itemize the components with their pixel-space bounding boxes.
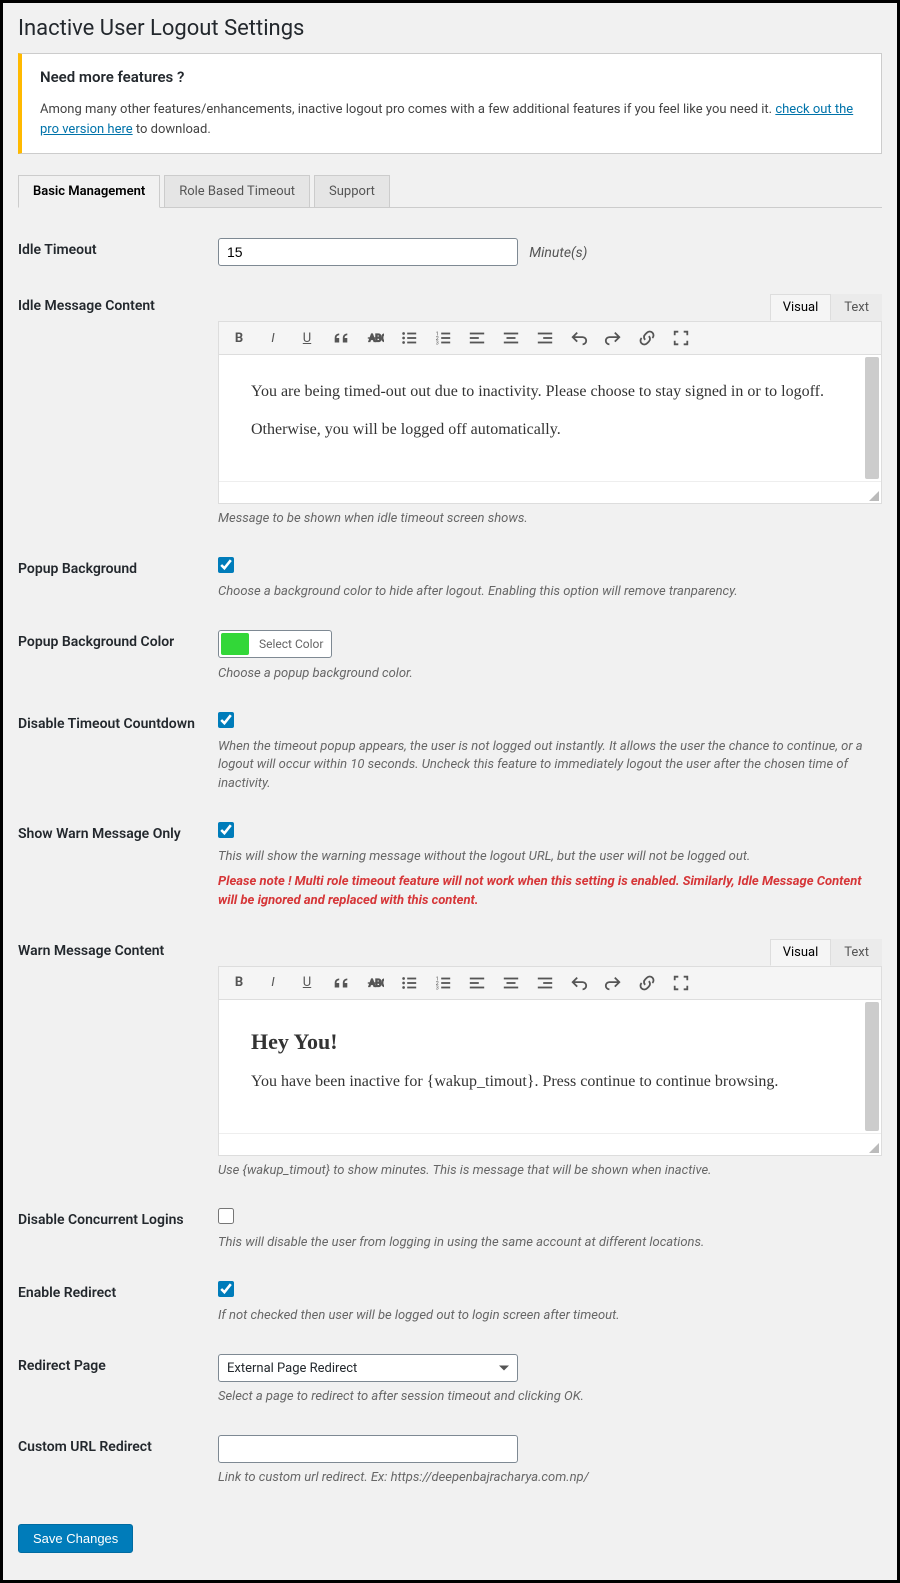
idle-timeout-input[interactable] <box>218 238 518 266</box>
notice-heading: Need more features ? <box>40 68 863 86</box>
warn-only-checkbox[interactable] <box>218 822 234 838</box>
link-icon[interactable] <box>637 328 657 348</box>
features-notice: Need more features ? Among many other fe… <box>18 53 882 154</box>
bold-icon[interactable]: B <box>229 328 249 348</box>
popup-bg-color-desc: Choose a popup background color. <box>218 665 882 684</box>
warn-message-editor: B I U ABC 123 <box>218 966 882 1156</box>
svg-text:ABC: ABC <box>369 334 384 345</box>
popup-bg-color-label: Popup Background Color <box>18 618 218 700</box>
strike-icon[interactable]: ABC <box>365 328 385 348</box>
popup-bg-desc: Choose a background color to hide after … <box>218 583 882 602</box>
align-right-icon[interactable] <box>535 328 555 348</box>
quote-icon[interactable] <box>331 328 351 348</box>
align-center-icon[interactable] <box>501 328 521 348</box>
warn-message-desc: Use {wakup_timout} to show minutes. This… <box>218 1162 882 1181</box>
tab-basic[interactable]: Basic Management <box>18 175 160 208</box>
disable-concurrent-checkbox[interactable] <box>218 1208 234 1224</box>
align-left-icon[interactable] <box>467 973 487 993</box>
svg-text:3: 3 <box>436 985 439 991</box>
disable-countdown-checkbox[interactable] <box>218 712 234 728</box>
visual-tab[interactable]: Visual <box>770 294 832 321</box>
disable-concurrent-desc: This will disable the user from logging … <box>218 1234 882 1253</box>
resize-grip[interactable] <box>869 491 879 501</box>
idle-message-label: Idle Message Content <box>18 282 218 545</box>
custom-url-input[interactable] <box>218 1435 518 1463</box>
text-tab-2[interactable]: Text <box>831 939 882 966</box>
quote-icon[interactable] <box>331 973 351 993</box>
redirect-page-select[interactable]: External Page Redirect <box>218 1354 518 1382</box>
text-tab[interactable]: Text <box>831 294 882 321</box>
tab-role-based[interactable]: Role Based Timeout <box>164 175 310 208</box>
editor-tabs-1: Visual Text <box>218 294 882 321</box>
idle-message-body[interactable]: You are being timed-out out due to inact… <box>219 355 881 481</box>
scrollbar[interactable] <box>865 1002 879 1131</box>
save-button[interactable]: Save Changes <box>18 1524 133 1553</box>
enable-redirect-desc: If not checked then user will be logged … <box>218 1307 882 1326</box>
underline-icon[interactable]: U <box>297 328 317 348</box>
idle-message-editor: B I U ABC 123 <box>218 321 882 504</box>
warn-message-body[interactable]: Hey You! You have been inactive for {wak… <box>219 1000 881 1133</box>
disable-concurrent-label: Disable Concurrent Logins <box>18 1196 218 1269</box>
fullscreen-icon[interactable] <box>671 973 691 993</box>
redirect-page-desc: Select a page to redirect to after sessi… <box>218 1388 882 1407</box>
warn-only-label: Show Warn Message Only <box>18 810 218 927</box>
redo-icon[interactable] <box>603 973 623 993</box>
page-title: Inactive User Logout Settings <box>18 16 882 41</box>
italic-icon[interactable]: I <box>263 973 283 993</box>
enable-redirect-checkbox[interactable] <box>218 1281 234 1297</box>
disable-countdown-desc: When the timeout popup appears, the user… <box>218 738 882 795</box>
custom-url-label: Custom URL Redirect <box>18 1423 218 1504</box>
editor-toolbar-2: B I U ABC 123 <box>219 967 881 1000</box>
color-swatch <box>221 633 249 655</box>
tabs: Basic Management Role Based Timeout Supp… <box>18 174 882 208</box>
notice-text: Among many other features/enhancements, … <box>40 100 863 139</box>
link-icon[interactable] <box>637 973 657 993</box>
editor-tabs-2: Visual Text <box>218 939 882 966</box>
idle-message-desc: Message to be shown when idle timeout sc… <box>218 510 882 529</box>
redo-icon[interactable] <box>603 328 623 348</box>
editor-toolbar: B I U ABC 123 <box>219 322 881 355</box>
italic-icon[interactable]: I <box>263 328 283 348</box>
align-right-icon[interactable] <box>535 973 555 993</box>
popup-bg-label: Popup Background <box>18 545 218 618</box>
bold-icon[interactable]: B <box>229 973 249 993</box>
resize-grip[interactable] <box>869 1143 879 1153</box>
svg-text:ABC: ABC <box>369 978 384 989</box>
select-color-button: Select Color <box>253 635 329 653</box>
ol-icon[interactable]: 123 <box>433 328 453 348</box>
undo-icon[interactable] <box>569 973 589 993</box>
align-left-icon[interactable] <box>467 328 487 348</box>
warn-only-note: Please note ! Multi role timeout feature… <box>218 873 882 911</box>
color-picker[interactable]: Select Color <box>218 630 332 658</box>
disable-countdown-label: Disable Timeout Countdown <box>18 700 218 811</box>
fullscreen-icon[interactable] <box>671 328 691 348</box>
undo-icon[interactable] <box>569 328 589 348</box>
idle-timeout-label: Idle Timeout <box>18 226 218 282</box>
enable-redirect-label: Enable Redirect <box>18 1269 218 1342</box>
strike-icon[interactable]: ABC <box>365 973 385 993</box>
align-center-icon[interactable] <box>501 973 521 993</box>
visual-tab-2[interactable]: Visual <box>770 939 832 966</box>
ul-icon[interactable] <box>399 328 419 348</box>
svg-text:3: 3 <box>436 340 439 346</box>
idle-timeout-unit: Minute(s) <box>529 245 587 261</box>
scrollbar[interactable] <box>865 357 879 479</box>
popup-bg-checkbox[interactable] <box>218 557 234 573</box>
ol-icon[interactable]: 123 <box>433 973 453 993</box>
underline-icon[interactable]: U <box>297 973 317 993</box>
custom-url-desc: Link to custom url redirect. Ex: https:/… <box>218 1469 882 1488</box>
warn-only-desc: This will show the warning message witho… <box>218 848 882 867</box>
redirect-page-label: Redirect Page <box>18 1342 218 1423</box>
tab-support[interactable]: Support <box>314 175 390 208</box>
ul-icon[interactable] <box>399 973 419 993</box>
warn-message-label: Warn Message Content <box>18 927 218 1197</box>
